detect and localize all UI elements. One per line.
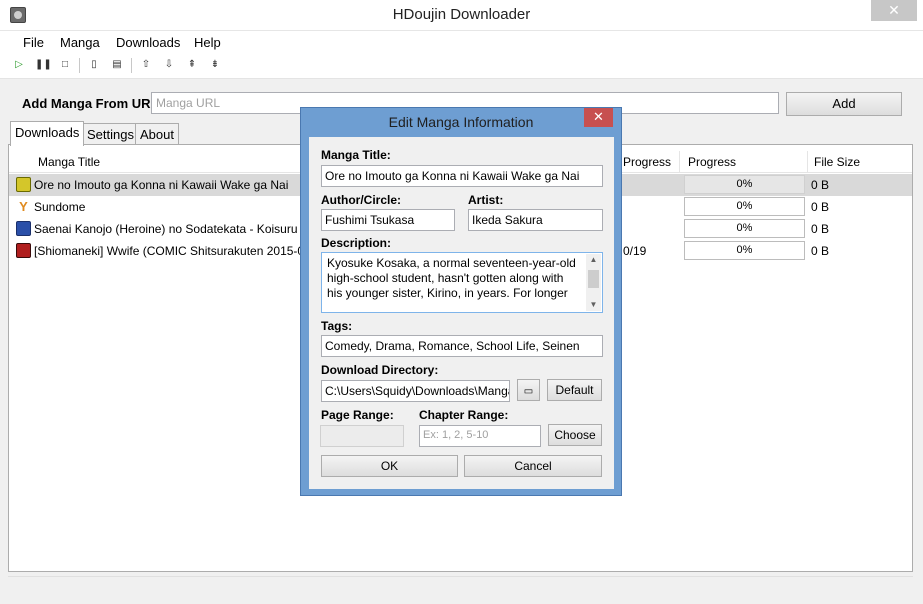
column-header-file-size[interactable]: File Size — [814, 155, 860, 169]
artist-field[interactable]: Ikeda Sakura — [468, 209, 603, 231]
status-bar — [8, 576, 913, 596]
choose-button[interactable]: Choose — [548, 424, 602, 446]
author-label: Author/Circle: — [321, 193, 402, 207]
dialog-close-button[interactable]: ✕ — [584, 108, 613, 127]
paste-icon[interactable]: ▤ — [110, 58, 124, 72]
url-label: Add Manga From URL: — [22, 96, 163, 111]
manga-source-icon — [16, 243, 31, 258]
toolbar-separator — [131, 58, 132, 73]
author-field[interactable]: Fushimi Tsukasa — [321, 209, 455, 231]
folder-icon: ▭ — [523, 386, 534, 397]
default-button[interactable]: Default — [547, 379, 602, 401]
pause-icon[interactable]: ❚❚ — [35, 58, 52, 72]
row-title: Sundome — [34, 200, 86, 214]
manga-source-icon — [16, 177, 31, 192]
scroll-thumb[interactable] — [588, 270, 599, 288]
description-textarea[interactable]: Kyosuke Kosaka, a normal seventeen-year-… — [321, 252, 603, 313]
play-icon[interactable]: ▷ — [12, 58, 26, 72]
clipboard-icon[interactable]: ▯ — [87, 58, 101, 72]
dialog-body: Manga Title: Ore no Imouto ga Konna ni K… — [309, 137, 614, 489]
menu-bar: File Manga Downloads Help — [0, 31, 923, 53]
page-range-field — [320, 425, 404, 447]
window-title: HDoujin Downloader — [392, 6, 531, 23]
manga-source-icon: Y — [16, 199, 31, 214]
column-divider — [807, 151, 808, 173]
add-button[interactable]: Add — [786, 92, 902, 116]
row-file-size: 0 B — [811, 222, 830, 236]
column-divider — [679, 151, 680, 173]
title-bar: HDoujin Downloader ✕ — [0, 0, 923, 31]
edit-manga-dialog: Edit Manga Information ✕ Manga Title: Or… — [300, 107, 622, 496]
column-header-progress[interactable]: Progress — [688, 155, 736, 169]
row-title: [Shiomaneki] Wwife (COMIC Shitsurakuten … — [34, 244, 305, 258]
ok-button[interactable]: OK — [321, 455, 458, 477]
row-title: Ore no Imouto ga Konna ni Kawaii Wake ga… — [34, 178, 289, 192]
stop-icon[interactable]: □ — [58, 58, 72, 72]
row-progress-bar: 0% — [684, 241, 805, 260]
window-close-button[interactable]: ✕ — [871, 0, 917, 21]
menu-file[interactable]: File — [23, 35, 44, 50]
description-label: Description: — [321, 236, 392, 250]
menu-downloads[interactable]: Downloads — [116, 35, 180, 50]
manga-title-field[interactable]: Ore no Imouto ga Konna ni Kawaii Wake ga… — [321, 165, 603, 187]
row-progress-text: 0/19 — [623, 244, 647, 258]
row-file-size: 0 B — [811, 178, 830, 192]
scroll-down-icon[interactable]: ▼ — [586, 299, 601, 311]
download-directory-field[interactable]: C:\Users\Squidy\Downloads\Manga — [321, 380, 510, 402]
menu-help[interactable]: Help — [194, 35, 221, 50]
move-bottom-icon[interactable]: ⇟ — [208, 58, 222, 72]
browse-folder-button[interactable]: ▭ — [517, 379, 540, 401]
artist-label: Artist: — [468, 193, 504, 207]
chapter-range-label: Chapter Range: — [419, 408, 509, 422]
dialog-title: Edit Manga Information — [388, 114, 534, 130]
tab-settings[interactable]: Settings — [82, 123, 139, 144]
column-header-title[interactable]: Manga Title — [38, 155, 100, 169]
description-scrollbar[interactable]: ▲ ▼ — [586, 254, 601, 311]
page-range-label: Page Range: — [321, 408, 394, 422]
cancel-button[interactable]: Cancel — [464, 455, 602, 477]
row-file-size: 0 B — [811, 244, 830, 258]
tags-field[interactable]: Comedy, Drama, Romance, School Life, Sei… — [321, 335, 603, 357]
menu-manga[interactable]: Manga — [60, 35, 100, 50]
scroll-up-icon[interactable]: ▲ — [586, 254, 601, 266]
row-file-size: 0 B — [811, 200, 830, 214]
toolbar-separator — [79, 58, 80, 73]
chapter-range-field[interactable]: Ex: 1, 2, 5-10 — [419, 425, 541, 447]
move-up-icon[interactable]: ⇧ — [139, 58, 153, 72]
tab-about[interactable]: About — [135, 123, 179, 144]
toolbar: ▷ ❚❚ □ ▯ ▤ ⇧ ⇩ ⇞ ⇟ — [0, 53, 923, 79]
row-progress-bar: 0% — [684, 175, 805, 194]
manga-title-label: Manga Title: — [321, 148, 391, 162]
download-directory-label: Download Directory: — [321, 363, 439, 377]
tab-downloads[interactable]: Downloads — [10, 121, 85, 146]
row-progress-bar: 0% — [684, 197, 805, 216]
tags-label: Tags: — [321, 319, 353, 333]
move-top-icon[interactable]: ⇞ — [185, 58, 199, 72]
column-header-progress-text[interactable]: Progress — [623, 155, 671, 169]
description-text: Kyosuke Kosaka, a normal seventeen-year-… — [327, 256, 576, 300]
move-down-icon[interactable]: ⇩ — [162, 58, 176, 72]
manga-source-icon — [16, 221, 31, 236]
row-progress-bar: 0% — [684, 219, 805, 238]
